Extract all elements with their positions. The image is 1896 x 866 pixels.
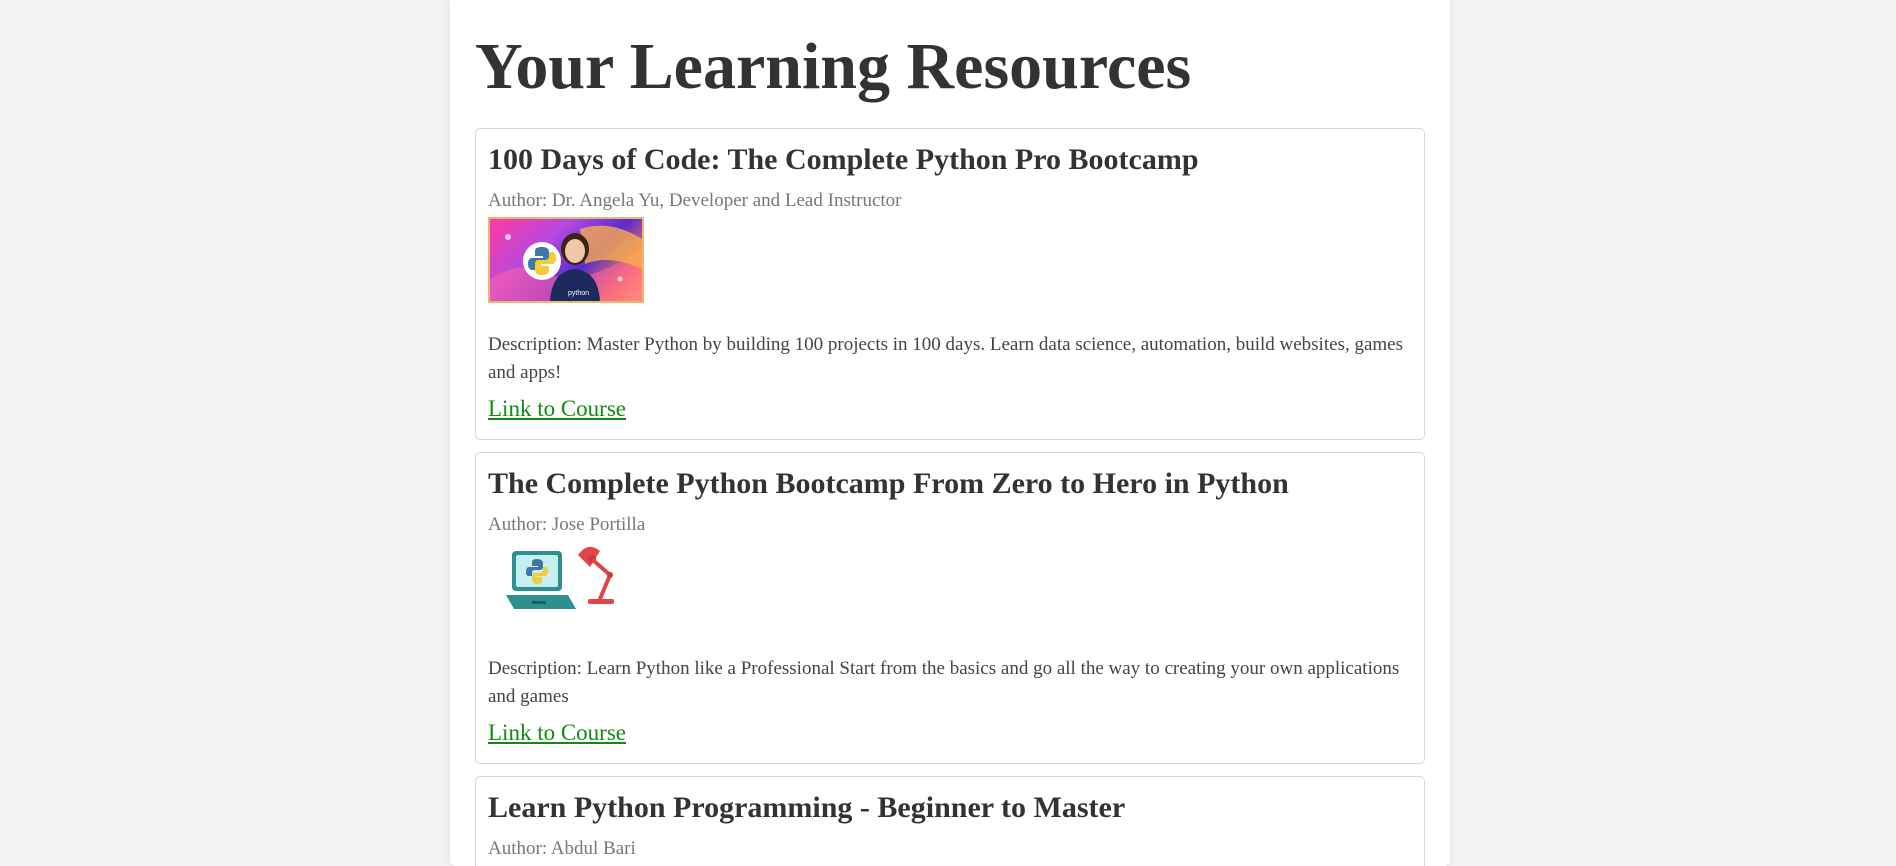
course-author: Author: Dr. Angela Yu, Developer and Lea… [488, 190, 902, 211]
course-title: Learn Python Programming - Beginner to M… [488, 791, 1126, 824]
course-link[interactable]: Link to Course [488, 396, 626, 421]
course-description: Description: Learn Python like a Profess… [488, 658, 1400, 707]
course-card: The Complete Python Bootcamp From Zero t… [475, 452, 1425, 764]
python-logo-icon [522, 241, 562, 281]
thumbnail-text: python [568, 290, 589, 297]
course-thumbnail [488, 541, 644, 627]
course-link[interactable]: Link to Course [488, 720, 626, 745]
course-card: Learn Python Programming - Beginner to M… [475, 776, 1425, 866]
course-thumbnail: python [488, 217, 644, 303]
course-author: Author: Abdul Bari [488, 838, 636, 859]
course-description: Description: Master Python by building 1… [488, 334, 1403, 383]
course-title: The Complete Python Bootcamp From Zero t… [488, 467, 1289, 500]
course-title: 100 Days of Code: The Complete Python Pr… [488, 143, 1199, 176]
desk-lamp-icon [570, 541, 630, 611]
page-title: Your Learning Resources [475, 30, 1192, 103]
course-card: 100 Days of Code: The Complete Python Pr… [475, 128, 1425, 440]
course-author: Author: Jose Portilla [488, 514, 646, 535]
main-container: Your Learning Resources 100 Days of Code… [450, 0, 1450, 866]
